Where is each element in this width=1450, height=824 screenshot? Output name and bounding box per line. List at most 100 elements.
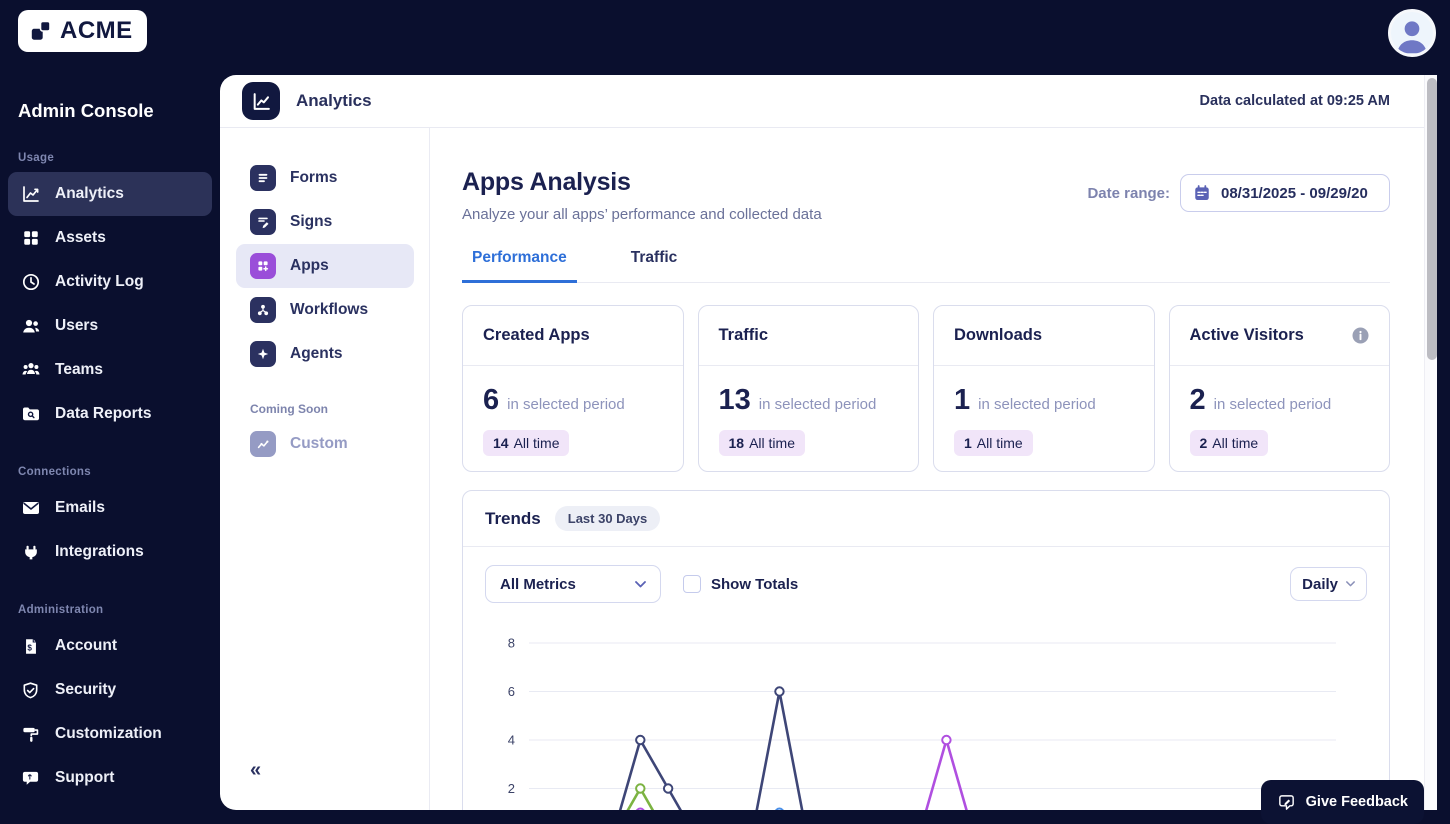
plug-icon (20, 542, 41, 563)
module-nav-item-custom[interactable]: Custom (236, 422, 414, 466)
stat-card-title: Active Visitors (1189, 326, 1304, 344)
sidebar-collapse-button[interactable]: « (250, 759, 261, 782)
sidebar-item-label: Support (55, 769, 115, 786)
line-chart: 2 4 6 8 (508, 636, 1336, 810)
give-feedback-button[interactable]: Give Feedback (1260, 780, 1424, 824)
page-title: Apps Analysis (462, 168, 631, 196)
all-time-label: All time (1212, 435, 1259, 451)
sidebar-item-label: Analytics (55, 185, 124, 202)
module-nav: Forms Signs Apps Workflows Agents Coming… (220, 128, 430, 810)
clock-history-icon (20, 272, 41, 293)
vertical-scrollbar[interactable] (1424, 75, 1437, 810)
forms-doc-icon (250, 165, 276, 191)
acme-logo-icon (28, 18, 54, 44)
sidebar-item-emails[interactable]: Emails (8, 486, 212, 530)
stat-card-title: Downloads (954, 326, 1043, 344)
module-nav-item-forms[interactable]: Forms (236, 156, 414, 200)
main-panel: Analytics Data calculated at 09:25 AM Fo… (220, 75, 1437, 810)
stat-period-label: in selected period (1213, 396, 1332, 413)
section-label-administration: Administration (18, 604, 104, 616)
paint-roller-icon (20, 724, 41, 745)
tab-traffic[interactable]: Traffic (621, 249, 688, 282)
module-nav-label: Agents (290, 345, 343, 362)
sidebar-item-security[interactable]: Security (8, 668, 212, 712)
chevron-down-icon (1346, 581, 1355, 587)
main-sidebar: Admin Console Usage Analytics Assets Act… (0, 75, 220, 824)
billing-document-icon: $ (20, 636, 41, 657)
svg-text:$: $ (27, 643, 32, 652)
stat-card-active-visitors: Active Visitors 2 in selected period 2 A… (1168, 305, 1390, 472)
interval-dropdown[interactable]: Daily (1290, 567, 1367, 601)
stat-card-traffic: Traffic 13 in selected period 18 All tim… (697, 305, 919, 472)
sidebar-item-account[interactable]: $ Account (8, 624, 212, 668)
envelope-icon (20, 498, 41, 519)
svg-text:2: 2 (508, 781, 515, 796)
coming-soon-label: Coming Soon (250, 402, 328, 416)
brand-name: ACME (60, 17, 133, 44)
stat-value: 6 (483, 384, 500, 416)
stat-value: 1 (954, 384, 971, 416)
sidebar-item-label: Data Reports (55, 405, 152, 422)
section-label-usage: Usage (18, 152, 55, 164)
module-nav-item-apps[interactable]: Apps (236, 244, 414, 288)
all-time-value: 14 (493, 435, 509, 451)
sidebar-item-label: Teams (55, 361, 103, 378)
acme-logo[interactable]: ACME (18, 10, 147, 52)
sidebar-item-label: Users (55, 317, 99, 334)
module-header: Analytics Data calculated at 09:25 AM (220, 75, 1424, 128)
stat-card-created-apps: Created Apps 6 in selected period 14 All… (462, 305, 684, 472)
sidebar-item-data-reports[interactable]: Data Reports (8, 392, 212, 436)
custom-chart-icon (250, 431, 276, 457)
trends-title: Trends (485, 508, 541, 528)
stat-period-label: in selected period (978, 396, 1096, 413)
info-icon[interactable] (1352, 327, 1369, 344)
sidebar-item-customization[interactable]: Customization (8, 712, 212, 756)
stat-period-label: in selected period (758, 396, 877, 413)
stat-cards-row: Created Apps 6 in selected period 14 All… (462, 305, 1390, 472)
module-nav-label: Workflows (290, 301, 369, 318)
sidebar-item-activity-log[interactable]: Activity Log (8, 260, 212, 304)
page-heading-block: Apps Analysis Analyze your all apps’ per… (462, 168, 822, 223)
sidebar-item-label: Emails (55, 499, 105, 516)
teams-icon (20, 360, 41, 381)
trends-card: Trends Last 30 Days All Metrics Show Tot… (462, 490, 1390, 810)
sidebar-item-analytics[interactable]: Analytics (8, 172, 212, 216)
sidebar-item-integrations[interactable]: Integrations (8, 530, 212, 574)
svg-text:8: 8 (508, 636, 515, 651)
show-totals-checkbox[interactable] (683, 575, 701, 593)
workflow-nodes-icon (250, 297, 276, 323)
stat-card-title: Created Apps (483, 326, 590, 344)
svg-text:6: 6 (508, 684, 515, 699)
analysis-tabs: Performance Traffic (462, 249, 1390, 283)
date-range-value: 08/31/2025 - 09/29/20 (1221, 184, 1368, 202)
module-nav-item-agents[interactable]: Agents (236, 332, 414, 376)
stat-card-downloads: Downloads 1 in selected period 1 All tim… (933, 305, 1155, 472)
date-range-input[interactable]: 08/31/2025 - 09/29/20 (1180, 174, 1390, 212)
sidebar-item-label: Assets (55, 229, 106, 246)
stat-period-label: in selected period (507, 396, 625, 413)
module-nav-item-signs[interactable]: Signs (236, 200, 414, 244)
sidebar-item-users[interactable]: Users (8, 304, 212, 348)
sidebar-title: Admin Console (18, 100, 154, 121)
chevron-down-icon (635, 580, 646, 588)
section-label-connections: Connections (18, 466, 91, 478)
metrics-dropdown[interactable]: All Metrics (485, 565, 661, 603)
chat-bubble-icon (20, 768, 41, 789)
sidebar-item-support[interactable]: Support (8, 756, 212, 800)
sidebar-item-label: Activity Log (55, 273, 144, 290)
chat-edit-icon (1277, 793, 1296, 812)
module-title: Analytics (296, 91, 372, 110)
module-nav-item-workflows[interactable]: Workflows (236, 288, 414, 332)
line-chart-icon (242, 82, 280, 120)
tab-performance[interactable]: Performance (462, 249, 577, 283)
interval-dropdown-value: Daily (1302, 575, 1338, 593)
sidebar-item-assets[interactable]: Assets (8, 216, 212, 260)
sidebar-item-label: Integrations (55, 543, 144, 560)
stat-value: 2 (1189, 384, 1206, 416)
scrollbar-thumb[interactable] (1426, 78, 1437, 360)
analytics-icon (20, 184, 41, 205)
all-time-label: All time (976, 435, 1023, 451)
module-nav-label: Signs (290, 213, 333, 230)
user-avatar[interactable] (1388, 9, 1436, 57)
sidebar-item-teams[interactable]: Teams (8, 348, 212, 392)
